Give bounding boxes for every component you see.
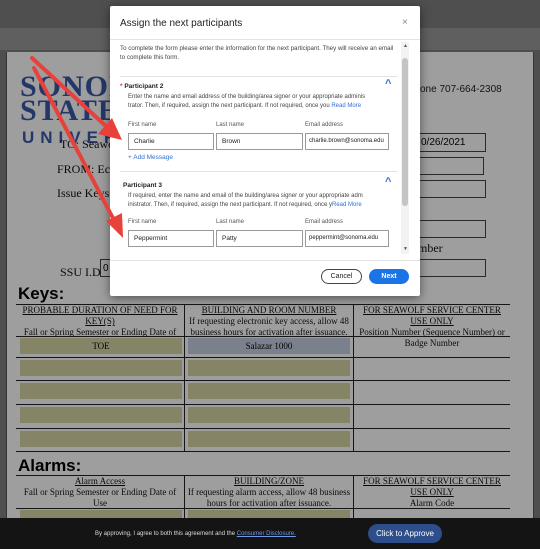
red-arrow-icon	[30, 56, 122, 140]
red-arrow-icon	[32, 66, 123, 238]
annotation-arrows	[30, 56, 123, 238]
